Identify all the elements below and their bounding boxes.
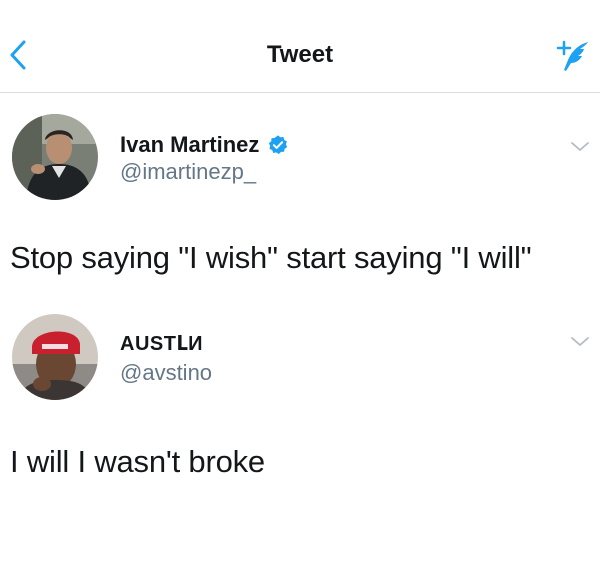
compose-tweet-icon — [556, 40, 588, 71]
chevron-down-icon — [571, 337, 589, 346]
tweet-main: Ivan Martinez @imartinezp_ Stop saying "… — [0, 92, 600, 292]
profile-photo — [12, 314, 98, 400]
chevron-down-icon — [571, 142, 589, 151]
avatar-austin[interactable] — [12, 314, 98, 400]
profile-photo — [12, 114, 98, 200]
compose-tweet-button[interactable] — [552, 36, 592, 76]
tweet-options-button[interactable] — [568, 334, 592, 350]
page-title: Tweet — [266, 41, 334, 68]
author-row: AUSTԼИ — [120, 329, 203, 357]
display-name[interactable]: AUSTԼИ — [120, 331, 203, 356]
tweet-reply: AUSTԼИ @avstino I will I wasn't broke — [0, 300, 600, 500]
tweet-options-button[interactable] — [568, 139, 592, 155]
display-name[interactable]: Ivan Martinez — [120, 132, 259, 158]
avatar-ivan-martinez[interactable] — [12, 114, 98, 200]
author-row: Ivan Martinez — [120, 131, 289, 159]
tweet-text: I will I wasn't broke — [10, 444, 265, 479]
top-bar: Tweet — [0, 0, 600, 93]
tweet-text: Stop saying "I wish" start saying "I wil… — [10, 240, 532, 275]
user-handle[interactable]: @avstino — [120, 360, 212, 386]
verified-badge-icon — [269, 135, 288, 154]
user-handle[interactable]: @imartinezp_ — [120, 159, 256, 185]
